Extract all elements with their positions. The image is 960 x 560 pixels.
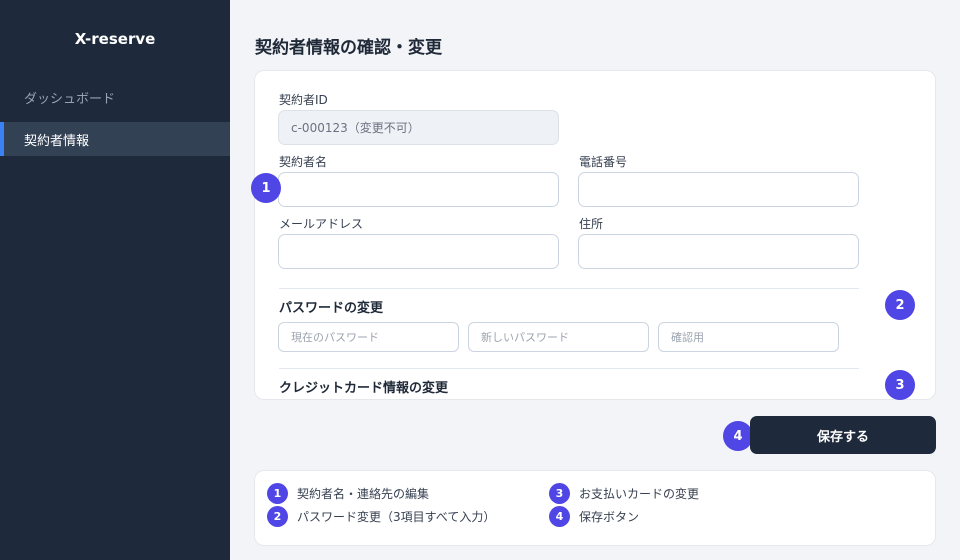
annotation-badge-4: 4 bbox=[723, 421, 753, 451]
legend-badge-2: 2 bbox=[267, 506, 288, 527]
sidebar-item-label: 契約者情報 bbox=[24, 133, 90, 149]
save-button[interactable]: 保存する bbox=[750, 416, 936, 454]
annotation-badge-1: 1 bbox=[251, 173, 281, 203]
form-card: 契約者ID 契約者名 電話番号 メールアドレス 住所 パスワードの変更 クレジッ… bbox=[254, 70, 936, 400]
divider bbox=[279, 288, 859, 289]
legend-item-2: パスワード変更（3項目すべて入力） bbox=[297, 510, 496, 524]
contract-id-label: 契約者ID bbox=[279, 93, 328, 107]
card-section-title: クレジットカード情報の変更 bbox=[279, 381, 449, 396]
name-field[interactable] bbox=[278, 172, 559, 207]
legend-item-4: 保存ボタン bbox=[579, 510, 640, 524]
confirm-password-field[interactable] bbox=[658, 322, 839, 352]
address-field[interactable] bbox=[578, 234, 859, 269]
phone-field[interactable] bbox=[578, 172, 859, 207]
legend-badge-4: 4 bbox=[549, 506, 570, 527]
page-title: 契約者情報の確認・変更 bbox=[255, 38, 442, 58]
name-label: 契約者名 bbox=[279, 155, 328, 169]
legend-badge-1: 1 bbox=[267, 483, 288, 504]
brand-logo: X-reserve bbox=[74, 30, 156, 48]
email-field[interactable] bbox=[278, 234, 559, 269]
legend-panel: 1 契約者名・連絡先の編集 2 パスワード変更（3項目すべて入力） 3 お支払い… bbox=[254, 470, 936, 546]
new-password-field[interactable] bbox=[468, 322, 649, 352]
contract-id-field bbox=[278, 110, 559, 145]
phone-label: 電話番号 bbox=[579, 155, 628, 169]
password-section-title: パスワードの変更 bbox=[279, 301, 384, 316]
legend-item-1: 契約者名・連絡先の編集 bbox=[297, 487, 430, 501]
sidebar: X-reserve ダッシュボード 契約者情報 bbox=[0, 0, 230, 560]
email-label: メールアドレス bbox=[279, 217, 364, 231]
current-password-field[interactable] bbox=[278, 322, 459, 352]
sidebar-item-contract-info[interactable]: 契約者情報 bbox=[0, 122, 230, 156]
sidebar-item-label: ダッシュボード bbox=[24, 91, 116, 107]
annotation-badge-3: 3 bbox=[885, 370, 915, 400]
annotation-badge-2: 2 bbox=[885, 290, 915, 320]
sidebar-item-dashboard[interactable]: ダッシュボード bbox=[0, 80, 230, 114]
address-label: 住所 bbox=[579, 217, 604, 231]
legend-item-3: お支払いカードの変更 bbox=[579, 487, 700, 501]
divider bbox=[279, 368, 859, 369]
legend-badge-3: 3 bbox=[549, 483, 570, 504]
